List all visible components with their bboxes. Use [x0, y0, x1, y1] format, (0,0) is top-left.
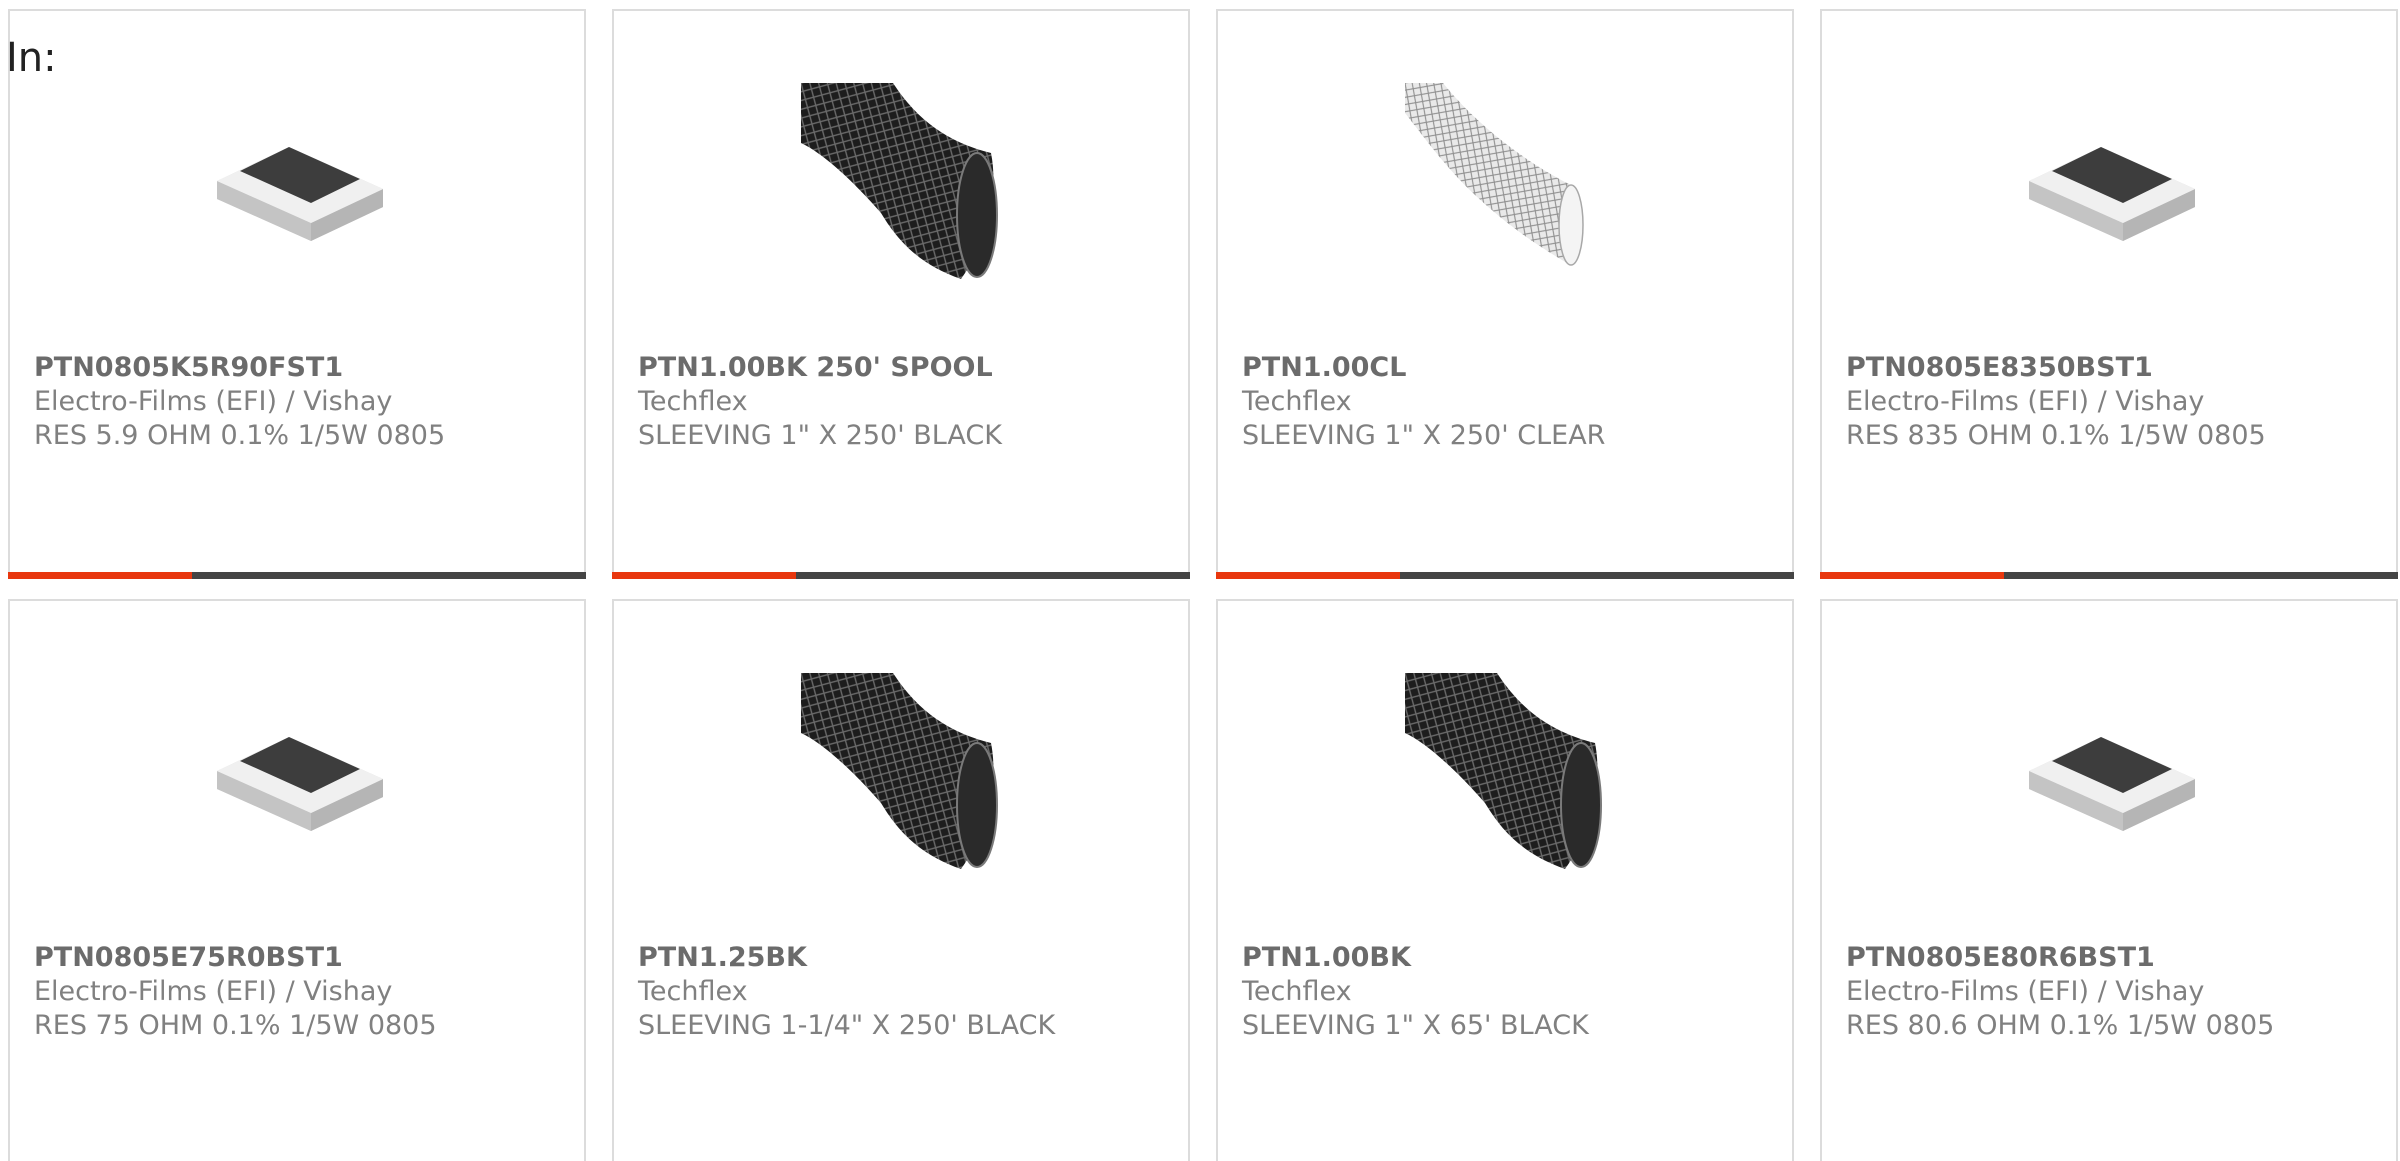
part-number[interactable]: PTN1.00BK	[1242, 941, 1776, 975]
description: RES 835 OHM 0.1% 1/5W 0805	[1846, 420, 2266, 451]
black-sleeving-image	[801, 673, 1001, 873]
product-info: PTN0805E8350BST1 Electro-Films (EFI) / V…	[1846, 351, 2380, 453]
product-info: PTN0805K5R90FST1 Electro-Films (EFI) / V…	[34, 351, 568, 453]
description: RES 80.6 OHM 0.1% 1/5W 0805	[1846, 1010, 2275, 1041]
part-number[interactable]: PTN1.25BK	[638, 941, 1172, 975]
clear-sleeving-image	[1405, 83, 1605, 283]
description: RES 75 OHM 0.1% 1/5W 0805	[34, 1010, 437, 1041]
product-info: PTN1.25BK Techflex SLEEVING 1-1/4" X 250…	[638, 941, 1172, 1043]
product-info: PTN1.00BK Techflex SLEEVING 1" X 65' BLA…	[1242, 941, 1776, 1043]
card-accent-bar	[1216, 572, 1400, 579]
black-sleeving-image	[801, 83, 1001, 283]
black-sleeving-image	[1405, 673, 1605, 873]
product-card[interactable]: PTN0805E75R0BST1 Electro-Films (EFI) / V…	[8, 599, 586, 1161]
card-accent-bar	[612, 572, 796, 579]
chip-resistor-image	[197, 83, 397, 283]
part-number[interactable]: PTN0805E75R0BST1	[34, 941, 568, 975]
part-number[interactable]: PTN0805K5R90FST1	[34, 351, 568, 385]
product-card[interactable]: PTN1.00CL Techflex SLEEVING 1" X 250' CL…	[1216, 9, 1794, 579]
in-label: In:	[6, 35, 57, 81]
product-card[interactable]: PTN0805E80R6BST1 Electro-Films (EFI) / V…	[1820, 599, 2398, 1161]
product-card[interactable]: PTN1.00BK Techflex SLEEVING 1" X 65' BLA…	[1216, 599, 1794, 1161]
manufacturer: Techflex	[638, 976, 748, 1007]
card-bottom-bar	[8, 572, 586, 579]
card-bottom-bar	[1820, 572, 2398, 579]
card-bottom-bar	[1216, 572, 1794, 579]
description: SLEEVING 1" X 250' BLACK	[638, 420, 1002, 451]
product-info: PTN1.00CL Techflex SLEEVING 1" X 250' CL…	[1242, 351, 1776, 453]
manufacturer: Electro-Films (EFI) / Vishay	[34, 386, 393, 417]
product-results-page: In: PTN0805K5R90FST1 Electro-Films (EFI)…	[0, 0, 2400, 1161]
manufacturer: Techflex	[1242, 386, 1352, 417]
card-bottom-bar	[612, 572, 1190, 579]
description: RES 5.9 OHM 0.1% 1/5W 0805	[34, 420, 446, 451]
product-info: PTN0805E75R0BST1 Electro-Films (EFI) / V…	[34, 941, 568, 1043]
manufacturer: Techflex	[1242, 976, 1352, 1007]
part-number[interactable]: PTN0805E80R6BST1	[1846, 941, 2380, 975]
description: SLEEVING 1" X 250' CLEAR	[1242, 420, 1606, 451]
description: SLEEVING 1" X 65' BLACK	[1242, 1010, 1589, 1041]
manufacturer: Electro-Films (EFI) / Vishay	[1846, 386, 2205, 417]
product-card[interactable]: PTN1.00BK 250' SPOOL Techflex SLEEVING 1…	[612, 9, 1190, 579]
chip-resistor-image	[2009, 673, 2209, 873]
product-card[interactable]: PTN1.25BK Techflex SLEEVING 1-1/4" X 250…	[612, 599, 1190, 1161]
manufacturer: Techflex	[638, 386, 748, 417]
product-info: PTN0805E80R6BST1 Electro-Films (EFI) / V…	[1846, 941, 2380, 1043]
manufacturer: Electro-Films (EFI) / Vishay	[1846, 976, 2205, 1007]
description: SLEEVING 1-1/4" X 250' BLACK	[638, 1010, 1056, 1041]
manufacturer: Electro-Films (EFI) / Vishay	[34, 976, 393, 1007]
part-number[interactable]: PTN1.00CL	[1242, 351, 1776, 385]
part-number[interactable]: PTN1.00BK 250' SPOOL	[638, 351, 1172, 385]
part-number[interactable]: PTN0805E8350BST1	[1846, 351, 2380, 385]
product-card[interactable]: PTN0805K5R90FST1 Electro-Films (EFI) / V…	[8, 9, 586, 579]
product-info: PTN1.00BK 250' SPOOL Techflex SLEEVING 1…	[638, 351, 1172, 453]
chip-resistor-image	[197, 673, 397, 873]
product-card[interactable]: PTN0805E8350BST1 Electro-Films (EFI) / V…	[1820, 9, 2398, 579]
card-accent-bar	[1820, 572, 2004, 579]
card-accent-bar	[8, 572, 192, 579]
chip-resistor-image	[2009, 83, 2209, 283]
product-grid: PTN0805K5R90FST1 Electro-Films (EFI) / V…	[8, 9, 2398, 1161]
